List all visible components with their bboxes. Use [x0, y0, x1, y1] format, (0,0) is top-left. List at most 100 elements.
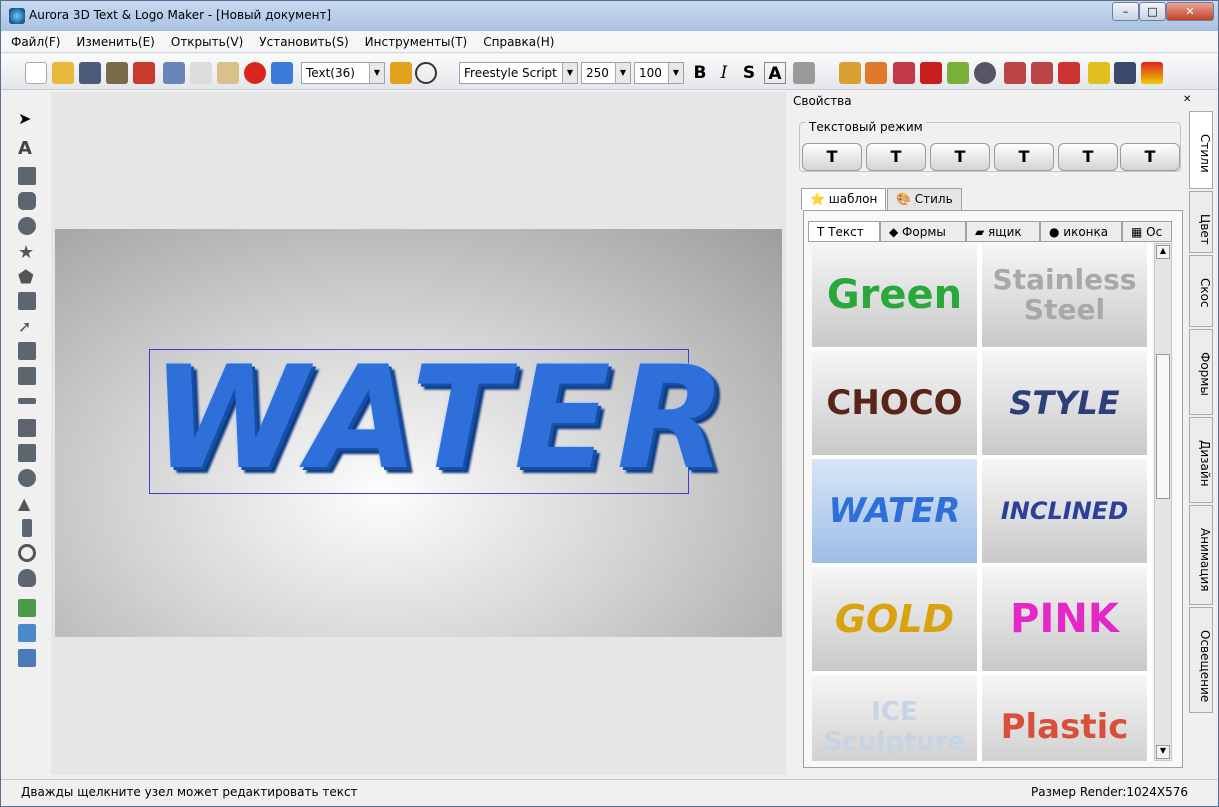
open-icon[interactable]	[52, 62, 74, 84]
text-tool-icon[interactable]: A	[18, 138, 36, 159]
mode-button-3[interactable]: T	[930, 143, 990, 171]
export-icon[interactable]	[133, 62, 155, 84]
cylinder-icon[interactable]	[22, 519, 32, 537]
subtab-text[interactable]: T Текст	[808, 221, 880, 242]
paste-icon[interactable]	[217, 62, 239, 84]
add-s-icon[interactable]	[18, 599, 36, 617]
pin-icon[interactable]: ✕	[1183, 94, 1191, 105]
text-icon-2[interactable]	[1031, 62, 1053, 84]
style-cell[interactable]: PINK	[982, 567, 1147, 671]
cone-icon[interactable]: ▲	[18, 494, 36, 513]
light-icon[interactable]	[974, 62, 996, 84]
copy-icon[interactable]	[190, 62, 212, 84]
menu-settings[interactable]: Установить(S)	[249, 31, 354, 53]
pencil-icon[interactable]	[390, 62, 412, 84]
side-tab-animation[interactable]: Анимация	[1189, 505, 1213, 605]
box-icon[interactable]	[18, 444, 36, 462]
torus-icon[interactable]	[18, 544, 36, 562]
style-cell[interactable]: ICE Sculpture	[812, 675, 977, 761]
arrow-icon[interactable]: ➚	[18, 317, 36, 336]
depth-input[interactable]: 100 ▼	[634, 62, 684, 84]
circle-icon[interactable]	[18, 217, 36, 235]
minimize-button[interactable]: –	[1112, 2, 1139, 21]
font-size-input[interactable]: 250 ▼	[581, 62, 631, 84]
cut-icon[interactable]	[163, 62, 185, 84]
mode-button-2[interactable]: T	[866, 143, 926, 171]
close-button[interactable]: ✕	[1166, 2, 1214, 21]
pentagon-icon[interactable]: ⬟	[18, 267, 36, 288]
render-stage[interactable]: WATER	[55, 229, 782, 637]
spacing-icon[interactable]	[793, 62, 815, 84]
add-model-icon[interactable]	[18, 649, 36, 667]
tab-style[interactable]: 🎨 Стиль	[887, 188, 962, 210]
scroll-up-icon[interactable]: ▲	[1156, 245, 1170, 259]
menu-edit[interactable]: Изменить(E)	[66, 31, 160, 53]
new-icon[interactable]	[25, 62, 47, 84]
layer-icon[interactable]	[1114, 62, 1136, 84]
menu-help[interactable]: Справка(H)	[473, 31, 560, 53]
rect-icon[interactable]	[18, 167, 36, 185]
delete-icon[interactable]	[244, 62, 266, 84]
axis-icon[interactable]	[839, 62, 861, 84]
style-cell-selected[interactable]: WATER	[812, 459, 977, 563]
side-tab-lighting[interactable]: Освещение	[1189, 607, 1213, 713]
star-icon[interactable]: ★	[18, 242, 36, 263]
style-icon[interactable]	[865, 62, 887, 84]
save-as-icon[interactable]	[106, 62, 128, 84]
outline-button[interactable]: A	[764, 62, 786, 84]
s-text-icon[interactable]	[18, 367, 36, 385]
bold-button[interactable]: B	[689, 62, 711, 84]
shape-icon[interactable]	[920, 62, 942, 84]
bevel-icon[interactable]	[947, 62, 969, 84]
style-scrollbar[interactable]: ▲ ▼	[1154, 243, 1172, 761]
align-icon[interactable]	[1088, 62, 1110, 84]
add-image-icon[interactable]	[18, 624, 36, 642]
mode-button-6[interactable]: T	[1120, 143, 1180, 171]
quad-icon[interactable]	[18, 292, 36, 310]
style-cell[interactable]: GOLD	[812, 567, 977, 671]
style-cell[interactable]: CHOCO	[812, 351, 977, 455]
vase-icon[interactable]	[18, 569, 36, 587]
font-select[interactable]: Freestyle Script ▼	[459, 62, 578, 84]
subtab-box[interactable]: ▰ ящик	[966, 221, 1040, 242]
text-box-icon[interactable]	[18, 342, 36, 360]
color-icon[interactable]	[893, 62, 915, 84]
side-tab-design[interactable]: Дизайн	[1189, 417, 1213, 503]
strike-button[interactable]: S	[738, 62, 760, 84]
sphere-icon[interactable]	[18, 469, 36, 487]
side-tab-shapes[interactable]: Формы	[1189, 329, 1213, 415]
path-icon[interactable]	[18, 398, 36, 404]
rounded-rect-icon[interactable]	[18, 192, 36, 210]
subtab-icon[interactable]: ● иконка	[1040, 221, 1122, 242]
style-cell[interactable]: Plastic	[982, 675, 1147, 761]
save-icon[interactable]	[79, 62, 101, 84]
menu-file[interactable]: Файл(F)	[1, 31, 66, 53]
style-cell[interactable]: Stainless Steel	[982, 243, 1147, 347]
brush-icon[interactable]	[271, 62, 293, 84]
italic-button[interactable]: I	[713, 62, 735, 84]
style-cell[interactable]: Green	[812, 243, 977, 347]
mode-button-1[interactable]: T	[802, 143, 862, 171]
text-icon-3[interactable]	[1058, 62, 1080, 84]
menu-tools[interactable]: Инструменты(T)	[355, 31, 474, 53]
side-tab-bevel[interactable]: Скос	[1189, 255, 1213, 327]
text-icon-1[interactable]	[1004, 62, 1026, 84]
play-icon[interactable]	[415, 62, 437, 84]
style-cell[interactable]: STYLE	[982, 351, 1147, 455]
menu-open[interactable]: Открыть(V)	[161, 31, 249, 53]
side-tab-styles[interactable]: Стили	[1189, 111, 1213, 189]
scroll-down-icon[interactable]: ▼	[1156, 745, 1170, 759]
image-icon[interactable]	[1141, 62, 1163, 84]
subtab-other[interactable]: ▦ Ос	[1122, 221, 1172, 242]
mode-button-5[interactable]: T	[1058, 143, 1118, 171]
cube-icon[interactable]	[18, 419, 36, 437]
scene-text[interactable]: WATER	[151, 344, 726, 494]
mode-button-4[interactable]: T	[994, 143, 1054, 171]
scroll-thumb[interactable]	[1156, 354, 1170, 499]
tab-template[interactable]: ⭐ шаблон	[801, 188, 887, 210]
pointer-icon[interactable]: ➤	[18, 109, 36, 128]
maximize-button[interactable]: □	[1139, 2, 1166, 21]
object-select[interactable]: Text(36) ▼	[301, 62, 385, 84]
side-tab-color[interactable]: Цвет	[1189, 191, 1213, 253]
subtab-shapes[interactable]: ◆ Формы	[880, 221, 966, 242]
